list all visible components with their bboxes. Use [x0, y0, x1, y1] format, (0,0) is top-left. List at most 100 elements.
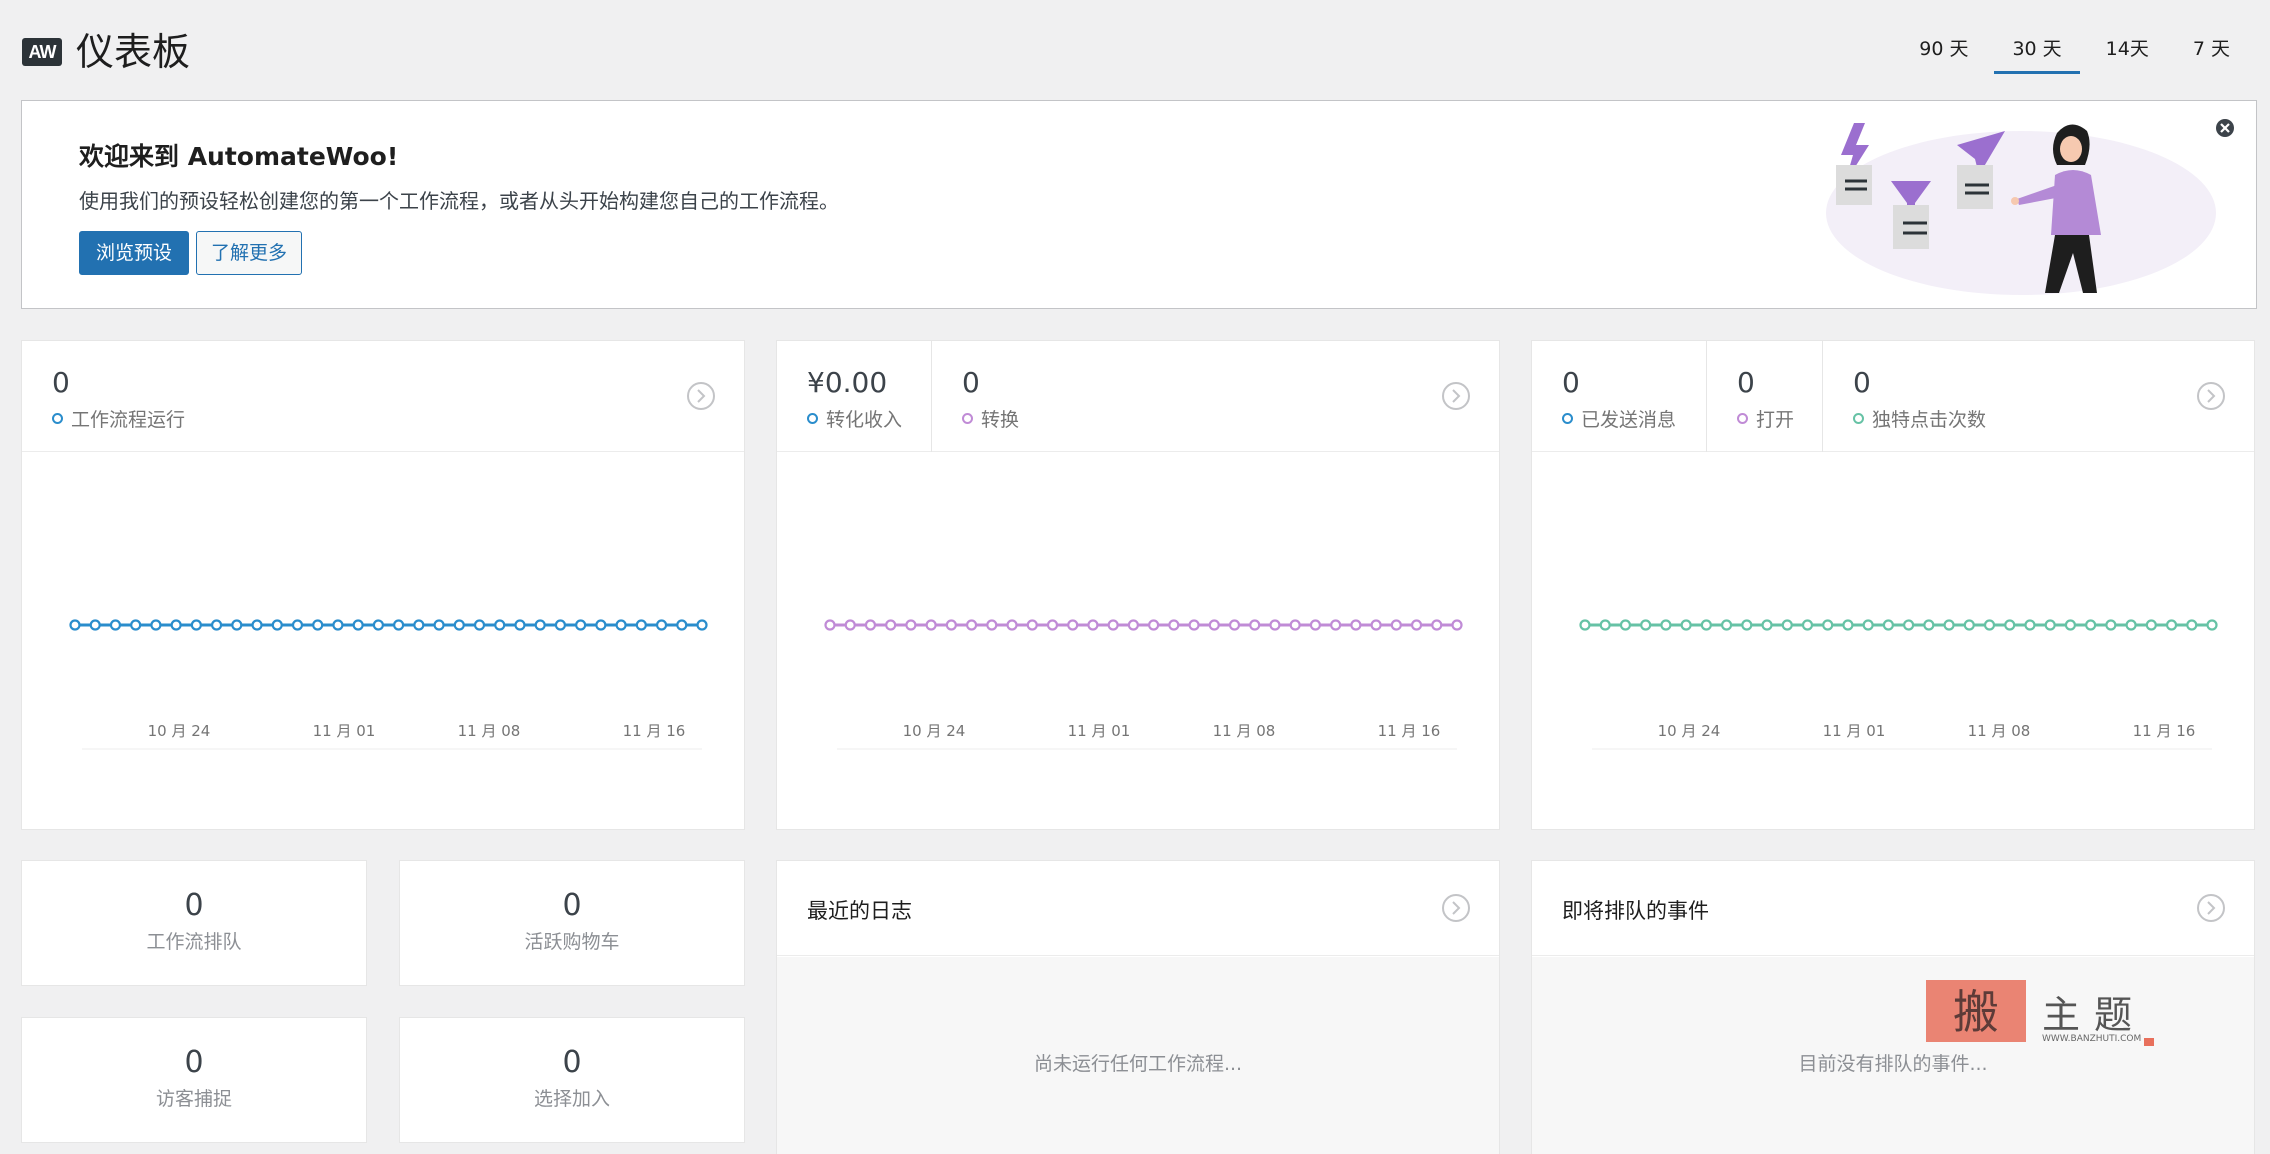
data-point	[1330, 619, 1342, 631]
data-point	[494, 619, 506, 631]
x-tick-label: 11 月 08	[458, 722, 521, 740]
chevron-right-icon[interactable]	[2196, 893, 2226, 923]
automatewoo-logo: AW	[22, 38, 62, 66]
data-point	[1680, 619, 1692, 631]
metric-value: 0	[962, 366, 980, 399]
stat-value: 0	[184, 888, 204, 923]
metric-value: ¥0.00	[807, 366, 888, 399]
data-point	[1309, 619, 1322, 631]
chevron-right-icon[interactable]	[686, 381, 716, 411]
learn-more-button[interactable]: 了解更多	[196, 231, 303, 275]
stat-active-carts[interactable]: 0 活跃购物车	[399, 860, 745, 986]
stat-label: 工作流排队	[146, 931, 242, 953]
metric-messages-sent[interactable]: 0 已发送消息	[1532, 341, 1707, 452]
data-point	[1107, 619, 1119, 631]
x-tick-label: 11 月 16	[623, 722, 686, 740]
data-point	[1619, 619, 1632, 631]
chevron-right-icon[interactable]	[1441, 893, 1471, 923]
data-point	[1741, 619, 1753, 631]
conversions-card: ¥0.00 转化收入 0 转换 10 月 24 11 月 01 11 月 08 11 …	[776, 340, 1500, 830]
metric-unique-clicks[interactable]: 0 独特点击次数	[1823, 341, 2083, 452]
data-point	[1660, 619, 1672, 631]
data-point	[453, 619, 465, 631]
tab-30-days[interactable]: 30 天	[1994, 24, 2080, 74]
data-point	[473, 619, 486, 631]
dismiss-icon[interactable]	[2214, 117, 2236, 139]
x-tick-label: 10 月 24	[903, 722, 966, 740]
data-point	[1026, 619, 1038, 631]
data-point	[1289, 619, 1301, 631]
stat-workflows-queued[interactable]: 0 工作流排队	[21, 860, 367, 986]
legend-dot	[1737, 413, 1748, 424]
svg-text:搬: 搬	[1953, 985, 1999, 1039]
tab-90-days[interactable]: 90 天	[1901, 24, 1986, 74]
data-point	[2186, 619, 2198, 631]
tab-7-days[interactable]: 7 天	[2175, 24, 2248, 74]
data-point	[2085, 619, 2097, 631]
data-point	[130, 619, 142, 631]
stat-value: 0	[562, 1045, 582, 1080]
data-point	[2044, 619, 2056, 631]
data-point	[1208, 619, 1220, 631]
x-tick-label: 11 月 01	[1823, 722, 1886, 740]
data-point	[1781, 619, 1793, 631]
metric-opens[interactable]: 0 打开	[1707, 341, 1823, 452]
data-point	[1390, 619, 1402, 631]
data-point	[190, 619, 202, 631]
welcome-banner: 欢迎来到 AutomateWoo! 使用我们的预设轻松创建您的第一个工作流程，或…	[21, 100, 2257, 309]
data-point	[965, 619, 978, 631]
metric-conversion-revenue[interactable]: ¥0.00 转化收入	[777, 341, 932, 452]
data-point	[210, 619, 223, 631]
card-header: 0 已发送消息 0 打开 0 独特点击次数	[1532, 341, 2254, 452]
stat-guests-captured[interactable]: 0 访客捕捉	[21, 1017, 367, 1143]
tab-14-days[interactable]: 14天	[2088, 24, 2167, 74]
data-point	[945, 619, 957, 631]
data-point	[1431, 619, 1443, 631]
data-point	[1269, 619, 1281, 631]
data-point	[1046, 619, 1059, 631]
stat-opt-ins[interactable]: 0 选择加入	[399, 1017, 745, 1143]
data-point	[575, 619, 587, 631]
metric-conversions[interactable]: 0 转换	[932, 341, 1232, 452]
data-point	[312, 619, 324, 631]
data-point	[291, 619, 304, 631]
data-point	[635, 619, 647, 631]
data-point	[844, 619, 856, 631]
data-point	[1087, 619, 1099, 631]
data-point	[615, 619, 627, 631]
emails-card: 0 已发送消息 0 打开 0 独特点击次数 10 月 24 11 月 01 11 月…	[1531, 340, 2255, 830]
welcome-title: 欢迎来到 AutomateWoo!	[79, 142, 399, 171]
stat-value: 0	[562, 888, 582, 923]
stat-label: 访客捕捉	[155, 1088, 232, 1110]
legend-dot	[52, 413, 63, 424]
empty-message: 尚未运行任何工作流程...	[1033, 1053, 1243, 1075]
data-point	[1148, 619, 1160, 631]
browse-presets-button[interactable]: 浏览预设	[79, 231, 190, 275]
metric-value: 0	[1562, 366, 1580, 399]
data-point	[2105, 619, 2117, 631]
data-point	[1720, 619, 1733, 631]
chevron-right-icon[interactable]	[2196, 381, 2226, 411]
chevron-right-icon[interactable]	[1441, 381, 1471, 411]
data-point	[109, 619, 122, 631]
watermark-text: 主题	[2042, 993, 2147, 1037]
metric-label: 独特点击次数	[1872, 409, 1987, 431]
data-point	[1370, 619, 1382, 631]
data-point	[824, 619, 836, 631]
data-point	[433, 619, 445, 631]
x-tick-label: 10 月 24	[1658, 722, 1721, 740]
data-point	[271, 619, 283, 631]
metric-workflow-runs[interactable]: 0 工作流程运行	[22, 341, 522, 452]
card-header: ¥0.00 转化收入 0 转换	[777, 341, 1499, 452]
legend-dot	[962, 413, 973, 424]
welcome-illustration	[1826, 123, 2216, 295]
x-tick-label: 11 月 08	[1968, 722, 2031, 740]
data-point	[655, 619, 668, 631]
data-point	[1882, 619, 1894, 631]
data-point	[864, 619, 877, 631]
data-point	[554, 619, 567, 631]
metric-label: 转化收入	[826, 409, 903, 431]
data-point	[1188, 619, 1200, 631]
data-point	[1067, 619, 1079, 631]
x-tick-label: 10 月 24	[148, 722, 211, 740]
